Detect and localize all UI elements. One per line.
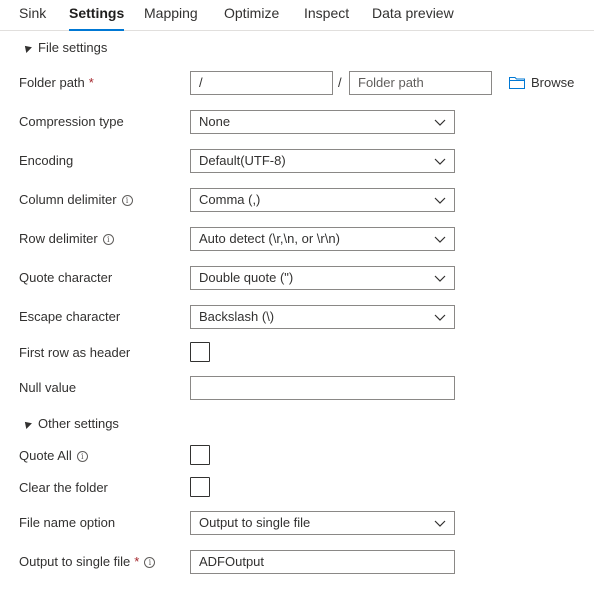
output-single-file-label-text: Output to single file (19, 554, 131, 569)
tab-optimize[interactable]: Optimize (224, 5, 279, 25)
required-mark: * (88, 75, 94, 90)
encoding-label: Encoding (19, 153, 74, 168)
first-row-header-label: First row as header (19, 345, 131, 360)
tab-inspect[interactable]: Inspect (304, 5, 349, 25)
clear-folder-checkbox[interactable] (190, 477, 210, 497)
tab-settings[interactable]: Settings (69, 5, 125, 31)
encoding-value: Default(UTF-8) (199, 153, 286, 168)
compression-type-value: None (199, 114, 231, 129)
folder-icon (509, 77, 525, 89)
column-delimiter-label-text: Column delimiter (19, 192, 117, 207)
quote-character-select[interactable]: Double quote (") (190, 266, 455, 290)
chevron-down-icon (434, 197, 446, 204)
quote-all-checkbox[interactable] (190, 445, 210, 465)
first-row-header-checkbox[interactable] (190, 342, 210, 362)
null-value-label: Null value (19, 380, 77, 395)
chevron-down-icon (434, 236, 446, 243)
browse-label: Browse (531, 75, 575, 90)
quote-all-label: Quote All i (19, 448, 88, 463)
compression-type-label: Compression type (19, 114, 124, 129)
file-name-option-select[interactable]: Output to single file (190, 511, 455, 535)
file-settings-title: File settings (38, 40, 108, 55)
tab-data-preview[interactable]: Data preview (372, 5, 454, 25)
clear-folder-label: Clear the folder (19, 480, 108, 495)
collapse-triangle-icon (22, 418, 32, 429)
null-value-input[interactable] (190, 376, 455, 400)
chevron-down-icon (434, 314, 446, 321)
folder-path-label-text: Folder path (19, 75, 85, 90)
tab-sink[interactable]: Sink (19, 5, 46, 25)
encoding-select[interactable]: Default(UTF-8) (190, 149, 455, 173)
chevron-down-icon (434, 520, 446, 527)
quote-character-value: Double quote (") (199, 270, 294, 285)
compression-type-select[interactable]: None (190, 110, 455, 134)
escape-character-label: Escape character (19, 309, 121, 324)
file-name-option-label: File name option (19, 515, 116, 530)
output-single-file-input[interactable]: ADFOutput (190, 550, 455, 574)
info-icon[interactable]: i (76, 451, 88, 462)
quote-all-label-text: Quote All (19, 448, 72, 463)
file-settings-section-toggle[interactable]: File settings (22, 40, 108, 55)
other-settings-section-toggle[interactable]: Other settings (22, 416, 119, 431)
row-delimiter-value: Auto detect (\r,\n, or \r\n) (199, 231, 340, 246)
row-delimiter-label: Row delimiter i (19, 231, 114, 246)
other-settings-title: Other settings (38, 416, 119, 431)
output-single-file-label: Output to single file * i (19, 554, 156, 569)
chevron-down-icon (434, 275, 446, 282)
collapse-triangle-icon (22, 42, 32, 53)
column-delimiter-select[interactable]: Comma (,) (190, 188, 455, 212)
info-icon[interactable]: i (144, 557, 156, 568)
quote-character-label: Quote character (19, 270, 113, 285)
required-mark: * (134, 554, 140, 569)
file-name-option-value: Output to single file (199, 515, 311, 530)
column-delimiter-value: Comma (,) (199, 192, 261, 207)
path-separator: / (338, 75, 342, 90)
chevron-down-icon (434, 158, 446, 165)
info-icon[interactable]: i (121, 195, 133, 206)
folder-path-label: Folder path * (19, 75, 94, 90)
browse-button[interactable]: Browse (509, 75, 574, 90)
escape-character-value: Backslash (\) (199, 309, 275, 324)
chevron-down-icon (434, 119, 446, 126)
tab-bar: Sink Settings Mapping Optimize Inspect D… (0, 0, 594, 31)
tab-mapping[interactable]: Mapping (144, 5, 198, 25)
escape-character-select[interactable]: Backslash (\) (190, 305, 455, 329)
row-delimiter-select[interactable]: Auto detect (\r,\n, or \r\n) (190, 227, 455, 251)
row-delimiter-label-text: Row delimiter (19, 231, 98, 246)
info-icon[interactable]: i (102, 234, 114, 245)
folder-path-input[interactable]: Folder path (349, 71, 492, 95)
container-input[interactable]: / (190, 71, 333, 95)
column-delimiter-label: Column delimiter i (19, 192, 133, 207)
